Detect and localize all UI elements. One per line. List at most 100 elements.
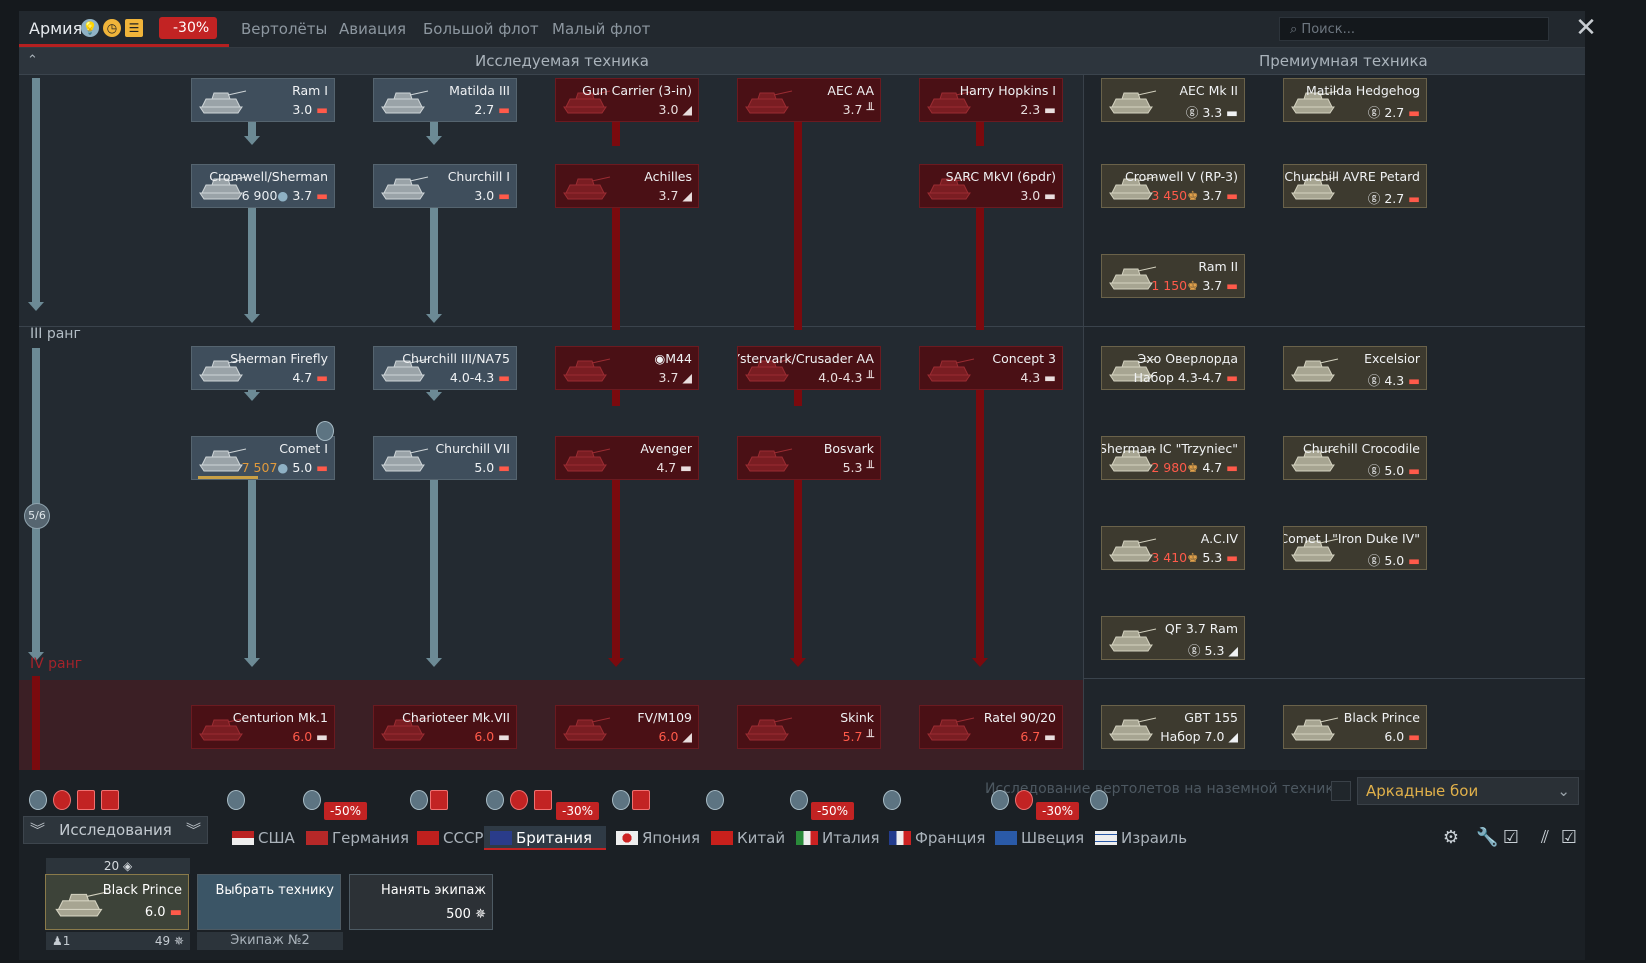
vehicle-card[interactable]: Churchill VII 5.0 ▬	[373, 436, 517, 480]
close-icon[interactable]: ✕	[1571, 13, 1601, 43]
hire-crew-button[interactable]: Нанять экипаж 500 ✵	[349, 874, 493, 930]
search-input[interactable]: ⌕ Поиск...	[1279, 17, 1549, 41]
vehicle-card[interactable]: Churchill I 3.0 ▬	[373, 164, 517, 208]
premium-vehicle-card[interactable]: AEC Mk II ⓖ 3.3 ▬	[1101, 78, 1245, 122]
game-mode-select[interactable]: Аркадные бои ⌄	[1357, 777, 1579, 805]
vehicle-card-locked[interactable]: SARC MkVI (6pdr) 3.0 ▬	[919, 164, 1063, 208]
vehicle-name: Matilda III	[449, 83, 510, 98]
vehicle-name: Churchill AVRE Petard	[1284, 169, 1420, 184]
premium-vehicle-card[interactable]: Эхо Оверлорда Набор 4.3-4.7 ▬	[1101, 346, 1245, 390]
battle-rating: 3.7 ◢	[658, 370, 692, 385]
premium-vehicle-card[interactable]: Black Prince 6.0 ▬	[1283, 705, 1427, 749]
premium-vehicle-card[interactable]: Matilda Hedgehog ⓖ 2.7 ▬	[1283, 78, 1427, 122]
vehicle-card[interactable]: Cromwell/Sherman 6 900● 3.7 ▬	[191, 164, 335, 208]
nation-tab-germany[interactable]: Германия	[306, 826, 409, 850]
nation-tab-britain[interactable]: Британия	[484, 826, 606, 850]
battle-rating: ⓖ 5.0 ▬	[1367, 463, 1420, 478]
vehicle-card-locked[interactable]: FV/M109 6.0 ◢	[555, 705, 699, 749]
vehicle-card[interactable]: Comet I 7 507● 5.0 ▬	[191, 436, 335, 480]
premium-vehicle-card[interactable]: Sherman IC "Trzyniec" 2 980♚ 4.7 ▬	[1101, 436, 1245, 480]
ammo-icon[interactable]: ⫽	[1534, 827, 1556, 849]
tab-coastal-fleet[interactable]: Малый флот	[552, 11, 650, 47]
tank-icon	[1109, 538, 1157, 562]
nation-tab-usa[interactable]: США	[232, 826, 295, 850]
vehicle-card-locked[interactable]: Avenger 4.7 ▬	[555, 436, 699, 480]
vehicle-name: Charioteer Mk.VII	[402, 710, 510, 725]
premium-vehicle-card[interactable]: Comet I "Iron Duke IV" ⓖ 5.0 ▬	[1283, 526, 1427, 570]
premium-vehicle-card[interactable]: QF 3.7 Ram ⓖ 5.3 ◢	[1101, 616, 1245, 660]
crew-vehicle-slot[interactable]: Black Prince 6.0 ▬	[45, 874, 189, 930]
clock-icon[interactable]	[53, 790, 71, 810]
heli-research-checkbox[interactable]	[1331, 781, 1351, 801]
gold-icon: ⓖ	[1185, 105, 1199, 120]
vehicle-card-locked[interactable]: Gun Carrier (3-in) 3.0 ◢	[555, 78, 699, 122]
nation-tab-sweden[interactable]: Швеция	[995, 826, 1084, 850]
vehicle-card[interactable]: Churchill III/NA75 4.0-4.3 ▬	[373, 346, 517, 390]
vehicle-card-locked[interactable]: AEC AA 3.7 ╨	[737, 78, 881, 122]
gear-icon[interactable]: ⚙	[1440, 827, 1462, 849]
vehicle-name: FV/M109	[637, 710, 692, 725]
collapse-icon[interactable]: ⌃	[27, 48, 38, 74]
battle-rating: 3 450♚ 3.7 ▬	[1151, 188, 1238, 203]
premium-vehicle-card[interactable]: Churchill Crocodile ⓖ 5.0 ▬	[1283, 436, 1427, 480]
premium-vehicle-card[interactable]: Excelsior ⓖ 4.3 ▬	[1283, 346, 1427, 390]
wrench-icon[interactable]: 🔧	[1476, 827, 1498, 849]
tab-aviation[interactable]: Авиация	[339, 11, 406, 47]
list-icon[interactable]: ☰	[125, 19, 143, 37]
vehicle-card[interactable]: Ram I 3.0 ▬	[191, 78, 335, 122]
tab-bluewater-fleet[interactable]: Большой флот	[423, 11, 539, 47]
clock-icon[interactable]: ◷	[103, 19, 121, 37]
research-bulb-icon[interactable]: 💡	[81, 19, 99, 37]
vehicle-name: Matilda Hedgehog	[1305, 83, 1420, 98]
tank-icon	[563, 717, 611, 741]
nation-tab-china[interactable]: Китай	[711, 826, 785, 850]
crew-badge-icon: ◈	[122, 859, 133, 873]
vehicle-card[interactable]: Matilda III 2.7 ▬	[373, 78, 517, 122]
premium-vehicle-card[interactable]: A.C.IV 3 410♚ 5.3 ▬	[1101, 526, 1245, 570]
nation-tab-israel[interactable]: Израиль	[1095, 826, 1187, 850]
vehicle-name: Skink	[840, 710, 874, 725]
tab-army[interactable]: Армия	[29, 11, 82, 47]
vehicle-card-locked[interactable]: Skink 5.7 ╨	[737, 705, 881, 749]
checkmark-icon[interactable]: ☑	[1558, 827, 1580, 849]
vehicle-card-locked[interactable]: Achilles 3.7 ◢	[555, 164, 699, 208]
vehicle-card-locked[interactable]: Ratel 90/20 6.7 ▬	[919, 705, 1063, 749]
battle-rating: 1 150♚ 3.7 ▬	[1151, 278, 1238, 293]
chevron-double-icon: ︾	[185, 821, 201, 839]
list-icon[interactable]	[77, 790, 95, 810]
vehicle-card-locked[interactable]: Charioteer Mk.VII 6.0 ▬	[373, 705, 517, 749]
battle-rating: ⓖ 5.0 ▬	[1367, 553, 1420, 568]
flag-japan-icon	[616, 831, 638, 845]
vehicle-name: Cromwell V (RP-3)	[1125, 169, 1238, 184]
nation-tab-ussr[interactable]: СССР	[417, 826, 483, 850]
tank-icon	[927, 717, 975, 741]
vehicle-card-locked[interactable]: Harry Hopkins I 2.3 ▬	[919, 78, 1063, 122]
premium-vehicle-card[interactable]: Cromwell V (RP-3) 3 450♚ 3.7 ▬	[1101, 164, 1245, 208]
checkmark-icon[interactable]: ☑	[1500, 827, 1522, 849]
premium-vehicle-card[interactable]: Ram II 1 150♚ 3.7 ▬	[1101, 254, 1245, 298]
tab-helicopters[interactable]: Вертолёты	[241, 11, 327, 47]
vehicle-card-locked[interactable]: Concept 3 4.3 ▬	[919, 346, 1063, 390]
nation-tab-france[interactable]: Франция	[889, 826, 985, 850]
tank-icon	[745, 717, 793, 741]
arrow-down-icon	[972, 658, 988, 667]
hire-crew-label: Нанять экипаж	[380, 883, 486, 898]
research-bulb-icon	[486, 790, 504, 810]
vehicle-card-locked[interactable]: Bosvark 5.3 ╨	[737, 436, 881, 480]
choose-vehicle-button[interactable]: Выбрать технику	[197, 874, 341, 930]
battle-rating: Набор 4.3-4.7 ▬	[1133, 370, 1238, 385]
vehicle-card-locked[interactable]: Centurion Mk.1 6.0 ▬	[191, 705, 335, 749]
research-toggle-button[interactable]: ︾ Исследования ︾	[23, 816, 208, 844]
premium-vehicle-card[interactable]: GBT 155 Набор 7.0 ◢	[1101, 705, 1245, 749]
premium-vehicle-card[interactable]: Churchill AVRE Petard ⓖ 2.7 ▬	[1283, 164, 1427, 208]
battle-rating: 6.0 ◢	[658, 729, 692, 744]
vehicle-card[interactable]: Sherman Firefly 4.7 ▬	[191, 346, 335, 390]
crew-slot-label: Экипаж №2	[197, 932, 343, 950]
nation-tab-japan[interactable]: Япония	[616, 826, 700, 850]
nation-tab-italy[interactable]: Италия	[796, 826, 880, 850]
vehicle-card-locked[interactable]: Ystervark/Crusader AA 4.0-4.3 ╨	[737, 346, 881, 390]
arrow-down-icon	[426, 136, 442, 145]
research-bulb-icon[interactable]	[29, 790, 47, 810]
percent-icon[interactable]	[101, 790, 119, 810]
vehicle-card-locked[interactable]: ◉M44 3.7 ◢	[555, 346, 699, 390]
